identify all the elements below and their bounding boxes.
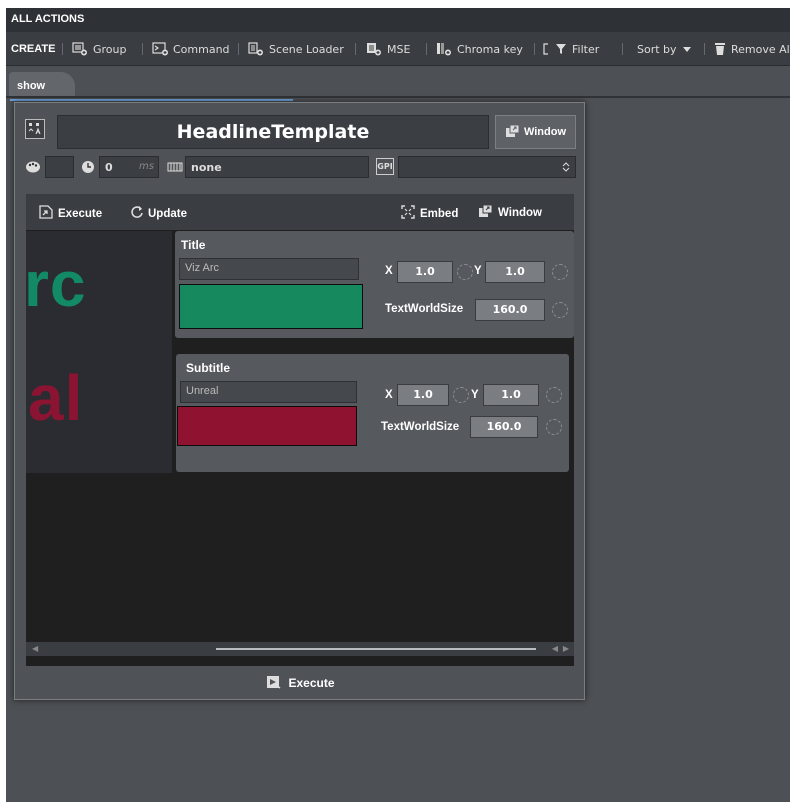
subtitle-color-swatch[interactable] — [177, 406, 357, 446]
preview-text-title: rc — [26, 248, 87, 320]
chroma-key-icon — [436, 42, 452, 56]
window-icon — [505, 124, 521, 141]
filter-button[interactable]: Filter — [542, 41, 599, 57]
card-title: Subtitle — [186, 361, 230, 375]
x-label: X — [385, 265, 393, 277]
group-button[interactable]: Group — [72, 41, 127, 57]
select-arrows-icon — [562, 160, 570, 177]
color-field[interactable] — [45, 156, 74, 178]
clock-icon — [81, 160, 95, 177]
scrollbar-thumb[interactable] — [216, 648, 536, 650]
delay-field[interactable]: 0 ms — [99, 156, 159, 178]
filter-icon — [555, 42, 567, 56]
sort-by-button[interactable]: Sort by — [637, 41, 692, 57]
card-title: Title — [181, 238, 206, 252]
filter-bracket-icon — [542, 42, 550, 56]
scene-preview: rc al — [26, 231, 172, 473]
gpi-select[interactable] — [398, 156, 576, 178]
reset-icon[interactable] — [453, 387, 469, 403]
subtitle-control-card: Subtitle Unreal X 1.0 Y 1.0 TextWorldSiz… — [176, 354, 569, 472]
channel-icon — [167, 160, 183, 177]
text-world-size-label: TextWorldSize — [381, 421, 460, 433]
reset-icon[interactable] — [546, 419, 562, 435]
tab-strip: show — [6, 67, 790, 97]
x-label: X — [385, 389, 393, 401]
template-name-field[interactable]: HeadlineTemplate — [57, 115, 489, 149]
toolbar-separator — [142, 43, 143, 55]
horizontal-scrollbar[interactable]: ◀ ◀ ▶ — [26, 642, 574, 656]
command-icon — [152, 42, 168, 56]
reset-icon[interactable] — [546, 387, 562, 403]
mse-icon — [366, 42, 382, 56]
window-icon — [478, 204, 494, 221]
toolbar-separator — [704, 43, 705, 55]
subtitle-y-input[interactable]: 1.0 — [483, 384, 539, 406]
execute-button[interactable]: Execute — [38, 204, 102, 223]
reset-icon[interactable] — [552, 302, 568, 318]
toolbar-separator — [622, 43, 623, 55]
tab-show[interactable]: show — [9, 72, 75, 97]
command-button[interactable]: Command — [152, 41, 230, 57]
trash-icon — [714, 42, 726, 56]
window-button[interactable]: Window — [495, 115, 576, 149]
subtitle-size-input[interactable]: 160.0 — [470, 416, 538, 438]
all-actions-window: ALL ACTIONS CREATE Group Command Scene L… — [6, 8, 790, 802]
execute-footer-button[interactable]: Execute — [15, 666, 586, 700]
panel-selection-accent — [10, 99, 293, 101]
scroll-left-icon[interactable]: ◀ — [32, 644, 38, 653]
title-size-input[interactable]: 160.0 — [475, 299, 545, 321]
preview-text-subtitle: al — [28, 362, 84, 434]
mse-button[interactable]: MSE — [366, 41, 410, 57]
scene-loader-button[interactable]: Scene Loader — [248, 41, 344, 57]
palette-icon — [25, 160, 41, 177]
toolbar-separator — [62, 43, 63, 55]
execute-icon — [266, 675, 282, 692]
scene-loader-icon — [248, 42, 264, 56]
y-label: Y — [471, 389, 479, 401]
title-y-input[interactable]: 1.0 — [485, 261, 545, 283]
channel-field[interactable]: none — [185, 156, 369, 178]
scroll-left-icon[interactable]: ◀ — [552, 644, 558, 653]
tab-underline — [6, 96, 790, 98]
update-button[interactable]: Update — [130, 204, 187, 223]
group-icon — [72, 42, 88, 56]
y-label: Y — [474, 265, 482, 277]
gpi-label: GPI — [376, 158, 394, 175]
toolbar-separator — [426, 43, 427, 55]
title-control-card: Title Viz Arc X 1.0 Y 1.0 TextWorldSize … — [175, 231, 574, 338]
scroll-right-icon[interactable]: ▶ — [563, 644, 569, 653]
caret-down-icon — [682, 42, 692, 56]
toolbar-separator — [355, 43, 356, 55]
text-world-size-label: TextWorldSize — [385, 303, 464, 315]
header-bar: ALL ACTIONS — [6, 8, 790, 32]
reset-icon[interactable] — [457, 264, 473, 280]
subtitle-x-input[interactable]: 1.0 — [397, 384, 449, 406]
title-x-input[interactable]: 1.0 — [397, 261, 453, 283]
chroma-key-button[interactable]: Chroma key — [436, 41, 523, 57]
toolbar: CREATE Group Command Scene Loader MSE Ch… — [6, 32, 790, 66]
execute-icon — [38, 204, 54, 223]
embed-button[interactable]: Embed — [400, 204, 458, 223]
create-label: CREATE — [11, 43, 56, 55]
toolbar-separator — [534, 43, 535, 55]
window-button-inner[interactable]: Window — [478, 204, 542, 221]
toolbar-separator — [238, 43, 239, 55]
refresh-icon — [130, 204, 144, 223]
subtitle-text-input[interactable]: Unreal — [180, 381, 357, 403]
reset-icon[interactable] — [552, 264, 568, 280]
template-panel: HeadlineTemplate Window 0 ms none GPI Ex… — [14, 102, 585, 700]
template-icon — [25, 119, 45, 139]
template-content: Execute Update Embed Window rc al Title … — [26, 194, 574, 666]
title-text-input[interactable]: Viz Arc — [179, 258, 359, 280]
embed-icon — [400, 204, 416, 223]
title-color-swatch[interactable] — [179, 284, 363, 329]
remove-all-button[interactable]: Remove All — [714, 41, 790, 57]
template-actions-bar: Execute Update Embed Window — [26, 194, 574, 230]
header-title: ALL ACTIONS — [11, 13, 85, 25]
